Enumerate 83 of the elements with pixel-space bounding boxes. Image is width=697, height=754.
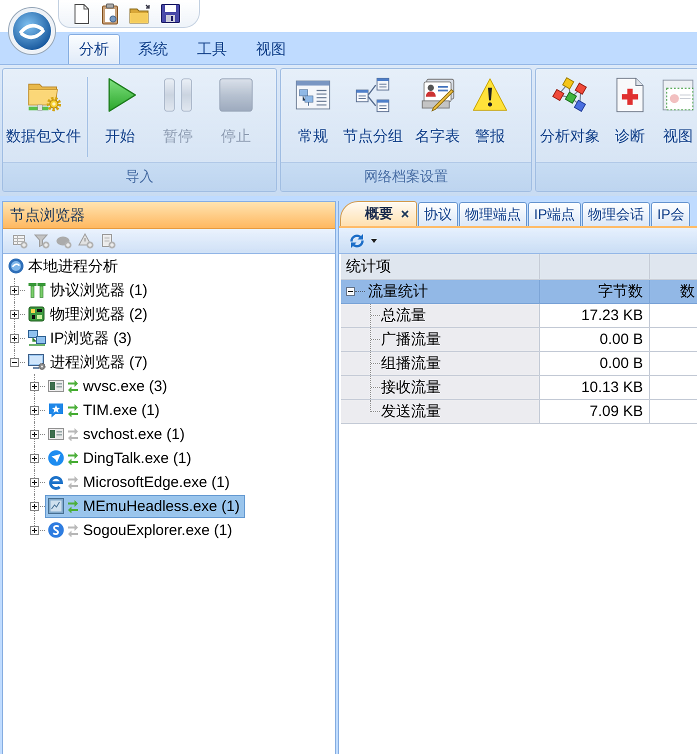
tree-item[interactable]: MicrosoftEdge.exe (1) [45, 470, 235, 494]
expand-toggle[interactable] [10, 334, 19, 342]
tree-item[interactable]: 本地进程分析 [5, 254, 123, 278]
app-orb-icon[interactable] [8, 7, 56, 55]
expand-toggle[interactable] [30, 454, 39, 462]
ribbon-button[interactable]: 诊断 [610, 77, 650, 150]
window-icon [48, 426, 64, 442]
paper-plane-icon [48, 450, 64, 466]
chat-bubble-icon [48, 402, 64, 418]
tab[interactable]: 协议 [418, 202, 458, 226]
ribbon-button[interactable]: 数据包文件 [4, 77, 83, 150]
expand-toggle[interactable] [30, 430, 39, 438]
tree-item[interactable]: svchost.exe (1) [45, 422, 190, 446]
tree-item[interactable]: DingTalk.exe (1) [45, 446, 196, 470]
ribbon-tab[interactable]: 系统 [127, 34, 179, 64]
folder-icon[interactable] [129, 2, 151, 24]
expand-toggle[interactable] [30, 502, 39, 510]
panel-title: 节点浏览器 [3, 202, 335, 229]
s-curve-disc-icon [48, 522, 64, 538]
clipboard-icon[interactable] [100, 2, 120, 24]
filter-add-icon[interactable] [34, 233, 50, 249]
table-cell: 发送流量 [341, 400, 540, 423]
group-caption: 导入 [3, 162, 276, 191]
tree-item[interactable]: 协议浏览器 (1) [25, 278, 152, 302]
tree-item[interactable]: SogouExplorer.exe (1) [45, 518, 238, 542]
column-header: 数 [680, 282, 695, 301]
ribbon-button[interactable]: 名字表 [413, 77, 462, 150]
table-cell: 接收流量 [341, 376, 540, 399]
ribbon-button[interactable]: 分析对象 [538, 77, 602, 150]
expand-toggle[interactable] [10, 310, 19, 318]
tree-item[interactable]: 进程浏览器 (7) [25, 350, 152, 374]
connected-windows-icon [355, 77, 391, 113]
ribbon-button[interactable]: 节点分组 [341, 77, 405, 150]
pipes-icon [28, 282, 46, 298]
ribbon-button[interactable]: 视图 [658, 77, 697, 150]
cube-network-icon [552, 77, 588, 113]
network-computers-icon [28, 330, 46, 346]
ribbon-button[interactable]: 警报 [470, 77, 510, 150]
column-header: 字节数 [598, 282, 643, 301]
expand-toggle[interactable] [30, 478, 39, 486]
contact-card-icon [420, 77, 456, 113]
tab[interactable]: 物理会话 [582, 202, 650, 226]
tab[interactable]: IP会 [651, 202, 690, 226]
column-header: 统计项 [346, 257, 391, 276]
tab[interactable]: 概要 [340, 201, 417, 226]
expand-toggle[interactable] [30, 526, 39, 534]
tab[interactable]: 物理端点 [459, 202, 527, 226]
tree-item[interactable]: IP浏览器 (3) [25, 326, 137, 350]
ribbon-button[interactable]: 常规 [293, 77, 333, 150]
expand-toggle[interactable] [30, 382, 39, 390]
refresh-icon[interactable] [349, 232, 365, 248]
chart-window-icon [48, 498, 64, 514]
stop-icon [218, 77, 254, 113]
circuit-board-icon [28, 306, 46, 322]
tree-item[interactable]: 物理浏览器 (2) [25, 302, 152, 326]
ribbon-tab[interactable]: 视图 [245, 34, 297, 64]
ribbon-tab[interactable]: 分析 [68, 34, 120, 64]
tab[interactable]: IP端点 [528, 202, 582, 226]
expand-toggle[interactable] [10, 286, 19, 294]
tree-item[interactable]: MEmuHeadless.exe (1) [45, 494, 245, 518]
group-caption: 网络档案设置 [281, 162, 531, 191]
tree-item[interactable]: TIM.exe (1) [45, 398, 165, 422]
warning-add-icon[interactable] [78, 233, 94, 249]
collapse-toggle[interactable] [346, 287, 355, 296]
close-icon[interactable] [401, 210, 409, 218]
document-add-icon[interactable] [100, 233, 116, 249]
browser-icon [48, 474, 64, 490]
collapse-toggle[interactable] [10, 358, 19, 366]
tree-item[interactable]: wvsc.exe (3) [45, 374, 172, 398]
expand-toggle[interactable] [30, 406, 39, 414]
ribbon-tab[interactable]: 工具 [186, 34, 238, 64]
document-chart-icon [660, 77, 696, 113]
window-icon [48, 378, 64, 394]
ribbon-button[interactable]: 开始 [100, 77, 140, 150]
warning-icon [472, 77, 508, 113]
table-cell: 组播流量 [341, 352, 540, 375]
table-cell: 总流量 [341, 304, 540, 327]
monitor-gear-icon [28, 354, 46, 370]
disc-icon [8, 258, 24, 274]
group-label: 流量统计 [368, 282, 428, 301]
table-cell: 广播流量 [341, 328, 540, 351]
save-icon[interactable] [160, 3, 181, 24]
caret-icon[interactable] [371, 238, 377, 242]
